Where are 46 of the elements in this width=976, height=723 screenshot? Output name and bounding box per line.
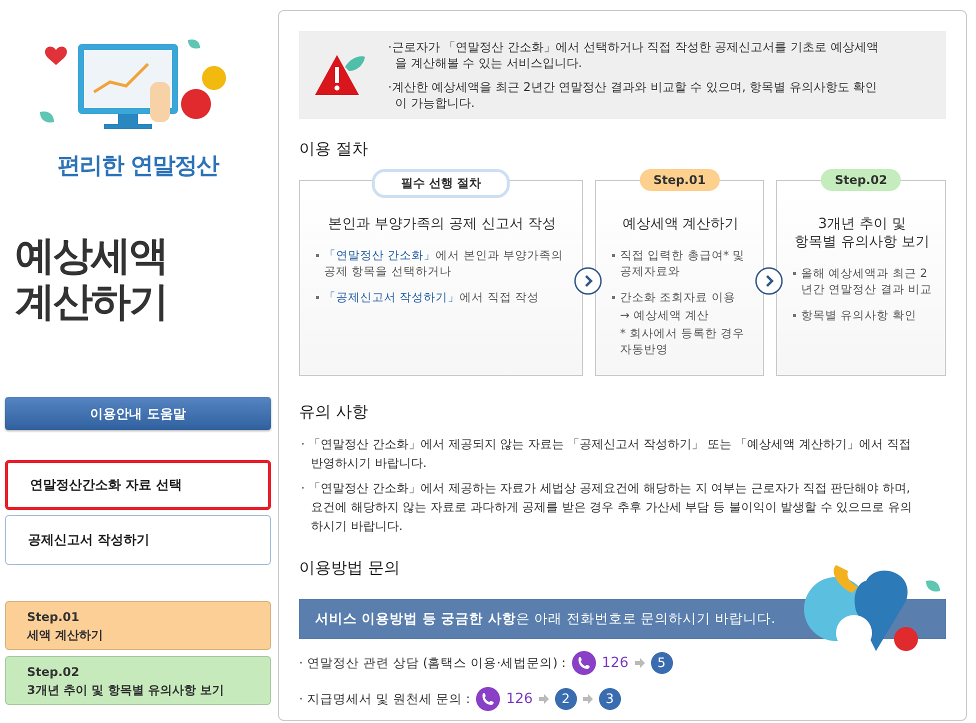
caution-text: · 「연말정산 간소화」에서 제공되지 않는 자료는 「공제신고서 작성하기」 또는 「예상세액 계산하기」에서 직접 반영하시기 바랍니다. [300, 436, 912, 472]
step-button[interactable]: Step.02 3개년 추이 및 항목별 유의사항 보기 [5, 656, 271, 705]
arrow-icon [634, 658, 644, 668]
card-text: 간소화 조회자료 이용 [610, 289, 751, 305]
contact-label: · 지급명세서 및 원천세 문의 : [299, 690, 470, 708]
section-heading: 이용방법 문의 [299, 558, 402, 579]
card-text: 직접 입력한 총급여* 및 공제자료와 [610, 247, 751, 279]
menu-key: 5 [650, 652, 672, 674]
warning-icon [315, 53, 365, 97]
link[interactable]: 「연말정산 간소화」 [324, 248, 436, 262]
chevron-right-icon[interactable] [574, 267, 602, 295]
card-text: * 회사에서 등록한 경우 자동반영 [619, 325, 746, 357]
card-text: 올해 예상세액과 최근 2년간 연말정산 결과 비교 [791, 265, 933, 297]
card-title: 본인과 부양가족의 공제 신고서 작성 [327, 215, 557, 233]
section-heading: 이용 절차 [299, 139, 370, 160]
help-button[interactable]: 이용안내 도움말 [5, 397, 271, 430]
arrow-icon [538, 694, 549, 704]
step-badge: Step.02 [820, 169, 902, 191]
card-title: 예상세액 계산하기 [621, 215, 740, 233]
menu-item[interactable]: 연말정산간소화 자료 선택 [5, 460, 271, 510]
phone-number: 126 [602, 655, 628, 671]
card-title: 3개년 추이 및 항목별 유의사항 보기 [794, 215, 930, 251]
step-button[interactable]: Step.01 세액 계산하기 [5, 601, 271, 650]
phone-number: 126 [506, 691, 533, 707]
brand-title: 편리한 연말정산 [56, 152, 220, 181]
card-text: 항목별 유의사항 확인 [791, 307, 933, 323]
banner-text: 서비스 이용방법 등 궁금한 사항은 아래 전화번호로 문의하시기 바랍니다. [315, 610, 776, 628]
arrow-icon [582, 694, 593, 704]
caution-text: · 「연말정산 간소화」에서 제공하는 자료가 세법상 공제요건에 해당하는 지 여부는 근로자가 직접 판단해야 하며, 요건에 해당하지 않는 자료로 과다하게 공제를 받은 경우 추후 가산세 부담 등 불이익이 발생할 수 있으므로 유의하시기 바랍니다. [300, 480, 914, 535]
notice-text: ·계산한 예상세액을 최근 2년간 연말정산 결과와 비교할 수 있으며, 항목별 유의사항도 확인이 가능합니다. [387, 79, 878, 111]
menu-key: 3 [598, 688, 621, 710]
card-text: 「연말정산 간소화」에서 본인과 부양가족의 공제 항목을 선택하거나 [314, 247, 570, 279]
step-badge: 필수 선행 절차 [372, 169, 510, 198]
menu-item[interactable]: 공제신고서 작성하기 [5, 515, 271, 565]
card-text: → 예상세액 계산 [619, 307, 710, 323]
section-heading: 유의 사항 [299, 402, 370, 423]
contact-label: · 연말정산 관련 상담 (홈택스 이용·세법문의) : [299, 654, 566, 672]
page-title: 예상세액 계산하기 [15, 233, 168, 325]
phone-icon [476, 687, 500, 711]
phone-icon [572, 651, 596, 675]
menu-key: 2 [554, 688, 577, 710]
step-badge: Step.01 [639, 169, 720, 191]
card-text: 「공제신고서 작성하기」에서 직접 작성 [314, 289, 570, 305]
notice-text: ·근로자가 「연말정산 간소화」에서 선택하거나 직접 작성한 공제신고서를 기초로 예상세액을 계산해볼 수 있는 서비스입니다. [387, 39, 880, 71]
link[interactable]: 「공제신고서 작성하기」 [324, 290, 460, 304]
chevron-right-icon[interactable] [755, 267, 783, 295]
